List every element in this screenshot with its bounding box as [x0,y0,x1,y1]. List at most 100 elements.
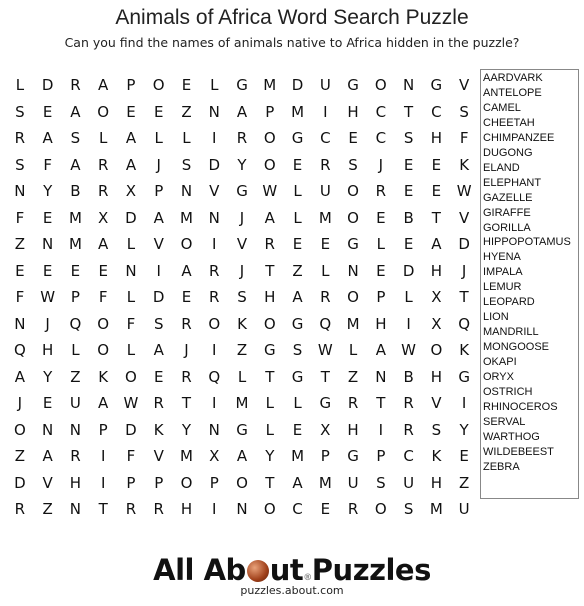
grid-cell: G [347,235,359,253]
grid-cell: R [181,314,192,333]
grid-cell: O [97,314,110,333]
grid-cell: S [348,155,358,174]
grid-cell: A [98,76,109,94]
grid-cell: O [13,420,26,439]
grid-cell: S [431,420,442,439]
grid-cell: Y [265,447,275,465]
grid-cell: V [153,447,164,465]
grid-cell: A [236,447,248,465]
word-list-item: LEMUR [483,281,522,294]
grid-cell: L [126,341,136,359]
grid-cell: L [237,367,247,386]
grid-cell: M [68,208,82,227]
all-about-puzzles-logo[interactable]: All Ab ut®Puzzles [0,553,584,587]
grid-cell: U [403,473,415,492]
grid-cell: O [180,473,193,492]
grid-cell: K [459,155,470,174]
grid-cell: M [318,208,332,227]
registered-mark: ® [303,573,312,583]
grid-cell: D [291,76,304,94]
grid-cell: T [404,102,414,121]
grid-cell: K [237,314,247,333]
grid-cell: N [42,420,54,439]
grid-cell: H [430,367,442,386]
grid-cell: E [181,288,192,306]
grid-cell: I [100,473,106,492]
grid-cell: M [318,473,332,492]
grid-cell: G [430,76,443,94]
grid-cell: T [98,500,108,518]
grid-cell: E [126,102,136,121]
grid-cell: P [376,288,386,306]
grid-cell: R [403,420,414,439]
grid-cell: Y [43,182,53,200]
grid-cell: P [70,288,80,306]
word-list-item: ZEBRA [483,460,520,473]
grid-cell: N [180,182,193,200]
grid-cell: E [320,235,331,253]
word-list-item: CAMEL [483,101,521,114]
grid-cell: L [293,208,302,227]
grid-cell: I [212,129,217,147]
grid-cell: X [209,447,220,465]
grid-cell: E [153,102,164,121]
grid-cell: K [431,447,442,465]
grid-cell: N [208,420,220,439]
grid-row: DVHIPPOPOTAMUSUHZ [6,470,478,497]
grid-cell: O [263,155,276,174]
grid-cell: N [236,500,248,518]
site-url[interactable]: puzzles.about.com [0,584,584,597]
grid-row: RZNTRRHINOCEROSMU [6,496,478,523]
grid-cell: T [431,208,441,227]
grid-cell: S [181,155,192,174]
grid-cell: R [97,182,109,200]
grid-cell: J [184,341,189,359]
grid-cell: A [292,473,303,492]
grid-cell: A [98,394,109,412]
grid-cell: M [68,235,82,253]
grid-cell: K [153,420,164,439]
grid-cell: O [347,288,359,306]
word-list-item: IMPALA [483,266,523,279]
grid-cell: R [70,76,81,94]
grid-cell: R [264,235,275,253]
grid-cell: J [156,155,161,174]
grid-cell: R [347,394,359,412]
grid-cell: D [125,208,137,227]
grid-cell: S [153,314,164,333]
grid-cell: J [239,208,245,227]
grid-cell: F [126,314,136,333]
grid-cell: I [100,447,106,465]
grid-cell: X [125,182,137,200]
grid-cell: Z [347,367,359,386]
grid-cell: E [15,261,25,280]
grid-cell: L [293,182,302,200]
grid-cell: N [69,500,82,518]
grid-cell: L [71,341,80,359]
grid-cell: J [45,314,50,333]
page-subtitle: Can you find the names of animals native… [64,35,520,50]
grid-cell: P [376,447,386,465]
grid-cell: H [42,341,54,359]
grid-cell: N [375,367,387,386]
grid-cell: D [458,235,470,253]
grid-cell: J [17,394,23,412]
grid-cell: R [236,129,248,147]
grid-cell: S [15,102,25,121]
grid-cell: P [126,76,136,94]
grid-cell: E [42,394,53,412]
grid-cell: A [14,367,26,386]
grid-cell: J [378,155,384,174]
word-list-item: ORYX [483,371,514,384]
grid-cell: R [320,155,331,174]
grid-cell: E [431,155,442,174]
grid-row: NJQOFSROKOGQMHIXQ [6,311,478,338]
grid-cell: S [403,129,414,147]
grid-cell: E [98,261,108,280]
word-list-item: CHIMPANZEE [483,131,555,144]
grid-cell: P [320,447,330,465]
grid-cell: R [153,394,164,412]
grid-cell: E [403,235,414,253]
grid-row: QHLOLAJIZGSWLAWOK [6,337,478,364]
grid-cell: A [153,341,164,359]
